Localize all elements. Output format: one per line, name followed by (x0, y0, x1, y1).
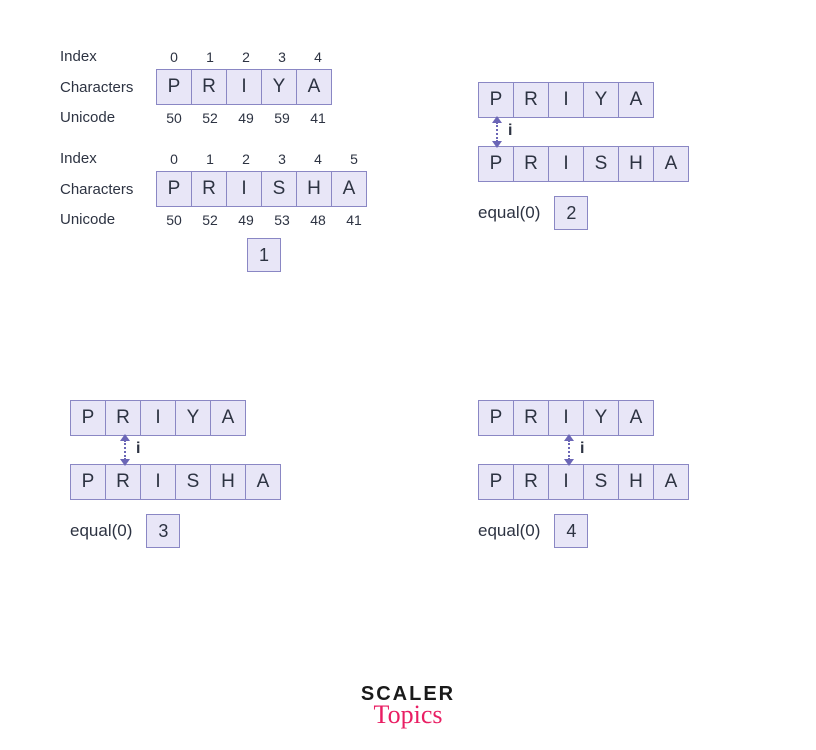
char-cell: I (548, 464, 584, 500)
char-cell: R (513, 464, 549, 500)
index-cell: 1 (192, 49, 228, 65)
equal-result: equal(0) (478, 203, 540, 223)
index-cell: 0 (156, 151, 192, 167)
char-cell: I (140, 400, 176, 436)
unicode-cell: 41 (336, 212, 372, 228)
label-unicode: Unicode (60, 211, 156, 228)
char-cell: R (105, 400, 141, 436)
label-index: Index (60, 48, 156, 65)
char-cell: I (226, 69, 262, 105)
char-cell: Y (175, 400, 211, 436)
pointer-label: i (136, 440, 140, 458)
char-cell: I (140, 464, 176, 500)
index-cell: 2 (228, 151, 264, 167)
index-cell: 4 (300, 49, 336, 65)
char-cell: Y (583, 400, 619, 436)
step-number: 3 (146, 514, 180, 548)
char-cell: I (548, 82, 584, 118)
panel-step-2: P R I Y A i P R I S H A equal(0) 2 (478, 82, 689, 230)
label-index: Index (60, 150, 156, 167)
unicode-cell: 53 (264, 212, 300, 228)
index-cell: 2 (228, 49, 264, 65)
unicode-cell: 50 (156, 212, 192, 228)
pointer-label: i (580, 440, 584, 458)
step-number: 4 (554, 514, 588, 548)
pointer-arrow: i (70, 436, 281, 464)
char-cell: H (618, 464, 654, 500)
char-cell: P (156, 69, 192, 105)
char-cell: H (210, 464, 246, 500)
char-cell: P (478, 464, 514, 500)
unicode-cell: 41 (300, 110, 336, 126)
char-cell: A (245, 464, 281, 500)
double-arrow-icon (496, 118, 498, 146)
equal-result: equal(0) (70, 521, 132, 541)
char-cell: R (191, 171, 227, 207)
unicode-cell: 59 (264, 110, 300, 126)
char-cell: A (618, 400, 654, 436)
char-cell: S (583, 146, 619, 182)
logo: SCALER Topics (361, 684, 455, 728)
char-cell: P (156, 171, 192, 207)
char-cell: R (513, 82, 549, 118)
char-cell: H (618, 146, 654, 182)
char-cell: A (331, 171, 367, 207)
index-cell: 4 (300, 151, 336, 167)
unicode-cell: 48 (300, 212, 336, 228)
char-cell: P (478, 146, 514, 182)
unicode-cell: 49 (228, 212, 264, 228)
char-cell: R (191, 69, 227, 105)
unicode-cell: 52 (192, 110, 228, 126)
index-cell: 3 (264, 49, 300, 65)
equal-result: equal(0) (478, 521, 540, 541)
char-cell: A (296, 69, 332, 105)
unicode-cell: 49 (228, 110, 264, 126)
char-cell: I (548, 400, 584, 436)
index-cell: 5 (336, 151, 372, 167)
label-unicode: Unicode (60, 109, 156, 126)
index-cell: 1 (192, 151, 228, 167)
logo-bottom-text: Topics (361, 702, 455, 728)
pointer-arrow: i (478, 118, 689, 146)
unicode-cell: 50 (156, 110, 192, 126)
index-cell: 0 (156, 49, 192, 65)
label-characters: Characters (60, 181, 156, 198)
char-cell: P (70, 400, 106, 436)
char-cell: S (175, 464, 211, 500)
char-cell: A (653, 464, 689, 500)
char-cell: Y (583, 82, 619, 118)
char-cell: Y (261, 69, 297, 105)
pointer-label: i (508, 122, 512, 140)
double-arrow-icon (124, 436, 126, 464)
char-cell: A (618, 82, 654, 118)
pointer-arrow: i (478, 436, 689, 464)
char-cell: P (478, 82, 514, 118)
char-cell: I (226, 171, 262, 207)
char-cell: P (70, 464, 106, 500)
char-cell: R (513, 400, 549, 436)
step-number: 1 (247, 238, 281, 272)
panel-step-4: P R I Y A i P R I S H A equal(0) 4 (478, 400, 689, 548)
index-cell: 3 (264, 151, 300, 167)
char-cell: R (513, 146, 549, 182)
label-characters: Characters (60, 79, 156, 96)
double-arrow-icon (568, 436, 570, 464)
char-cell: P (478, 400, 514, 436)
char-cell: A (653, 146, 689, 182)
unicode-cell: 52 (192, 212, 228, 228)
char-cell: A (210, 400, 246, 436)
char-cell: I (548, 146, 584, 182)
panel-step-1: Index 0 1 2 3 4 Characters P R I Y A Uni… (60, 48, 372, 276)
char-cell: S (583, 464, 619, 500)
panel-step-3: P R I Y A i P R I S H A equal(0) 3 (70, 400, 281, 548)
char-cell: S (261, 171, 297, 207)
step-number: 2 (554, 196, 588, 230)
char-cell: R (105, 464, 141, 500)
char-cell: H (296, 171, 332, 207)
